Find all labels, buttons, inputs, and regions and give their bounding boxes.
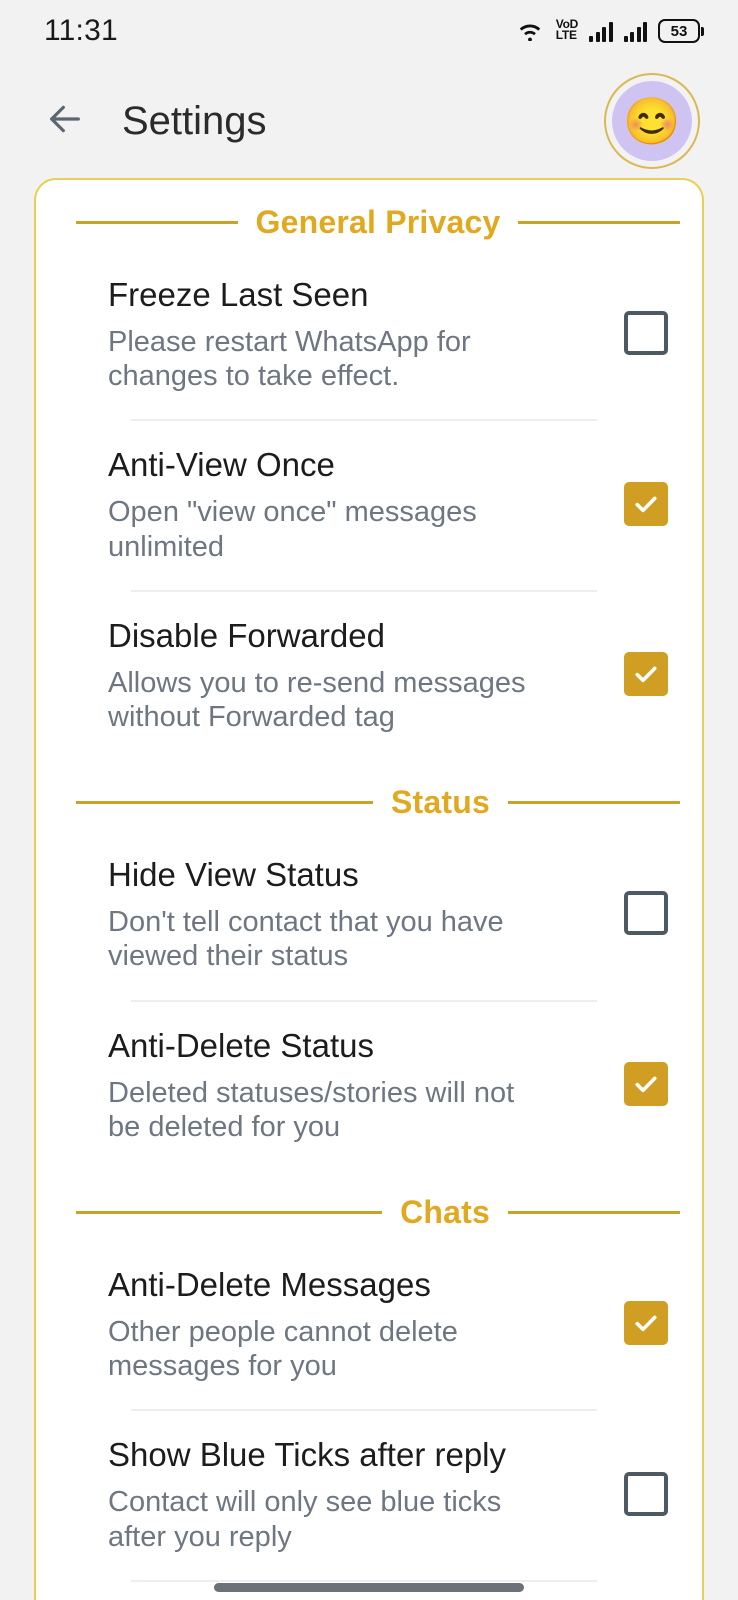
app-bar: Settings 😊 [0,62,738,180]
setting-checkbox-wrap[interactable] [590,891,702,939]
setting-checkbox-wrap[interactable] [590,651,702,700]
setting-row-texts: Freeze Last Seen Please restart WhatsApp… [108,276,590,393]
section-header-label: Chats [400,1193,490,1230]
setting-row-texts: Anti-Delete Status Deleted statuses/stor… [108,1026,590,1144]
battery-icon: 53 [658,19,704,43]
setting-row-anti-delete-messages[interactable]: Anti-Delete Messages Other people cannot… [36,1241,702,1409]
setting-title: Show Blue Ticks after reply [108,1436,506,1474]
gesture-nav-bar[interactable] [214,1583,524,1592]
settings-section-general-privacy: General Privacy [36,180,702,251]
status-bar: 11:31 VoD LTE 53 [0,0,738,62]
setting-row-disable-forwarded[interactable]: Disable Forwarded Allows you to re-send … [36,592,702,760]
section-header: Chats [36,1170,702,1241]
back-button[interactable] [34,90,96,152]
checkbox-unchecked-icon[interactable] [624,891,668,936]
avatar-emoji: 😊 [612,81,692,161]
setting-row-texts: Show Blue Ticks after reply Contact will… [108,1436,590,1553]
setting-subtitle: Allows you to re-send messages without F… [108,666,526,733]
page-title: Settings [122,98,267,143]
section-rule-left [76,221,238,224]
checkbox-checked-icon[interactable] [624,1301,668,1346]
setting-row-texts: Anti-View Once Open "view once" messages… [108,446,590,563]
section-rule-left [76,1210,383,1214]
checkbox-checked-icon[interactable] [624,1061,668,1106]
setting-title: Anti-View Once [108,446,335,484]
setting-checkbox-wrap[interactable] [590,311,702,359]
check-icon [635,496,657,512]
battery-percent-label: 53 [670,22,688,40]
checkbox-unchecked-icon[interactable] [624,1471,668,1516]
check-icon [635,1315,657,1332]
setting-subtitle: Open "view once" messages unlimited [108,496,477,563]
status-bar-indicators: VoD LTE 53 [515,17,704,46]
setting-title: Hide View Status [108,856,359,894]
setting-row-anti-delete-status[interactable]: Anti-Delete Status Deleted statuses/stor… [36,1002,702,1170]
setting-title: Anti-Delete Status [108,1026,374,1064]
signal-bars-icon-2 [623,20,647,42]
setting-subtitle: Other people cannot delete messages for … [108,1315,458,1383]
setting-title: Anti-Delete Messages [108,1265,431,1303]
setting-checkbox-wrap[interactable] [590,1301,702,1349]
setting-row-texts: Anti-Delete Messages Other people cannot… [108,1265,590,1383]
phone-screen: 11:31 VoD LTE 53 Settings 😊 General Priv… [0,0,738,1600]
settings-section-chats: Chats [36,1170,702,1241]
setting-checkbox-wrap[interactable] [590,1471,702,1520]
signal-bars-icon-1 [589,20,613,42]
section-header-label: General Privacy [255,204,501,240]
setting-row-anti-view-once[interactable]: Anti-View Once Open "view once" messages… [36,421,702,589]
setting-title: Disable Forwarded [108,616,385,654]
settings-section-status: Status [36,760,702,831]
setting-checkbox-wrap[interactable] [590,481,702,530]
status-bar-clock: 11:31 [44,14,118,47]
section-rule-right [518,221,680,224]
wifi-icon [515,17,545,46]
section-rule-left [76,801,373,805]
check-icon [635,1076,657,1092]
setting-row-freeze-last-seen[interactable]: Freeze Last Seen Please restart WhatsApp… [36,251,702,419]
checkbox-checked-icon[interactable] [624,651,668,696]
settings-card: General Privacy Freeze Last Seen Please … [34,178,704,1600]
section-rule-right [508,801,680,805]
back-arrow-icon [42,99,88,144]
setting-title: Freeze Last Seen [108,276,369,313]
setting-row-texts: Disable Forwarded Allows you to re-send … [108,616,590,734]
section-header: General Privacy [36,180,702,251]
section-header: Status [36,760,702,831]
setting-subtitle: Please restart WhatsApp for changes to t… [108,325,471,393]
checkbox-checked-icon[interactable] [624,481,668,526]
section-rule-right [508,1210,680,1214]
checkbox-unchecked-icon[interactable] [624,311,668,356]
setting-checkbox-wrap[interactable] [590,1061,702,1110]
setting-row-texts: Hide View Status Don't tell contact that… [108,856,590,973]
setting-subtitle: Contact will only see blue ticks after y… [108,1486,502,1553]
setting-row-show-blue-ticks-after-reply[interactable]: Show Blue Ticks after reply Contact will… [36,1411,702,1579]
volte-icon: VoD LTE [555,16,579,42]
check-icon [635,666,657,683]
setting-subtitle: Deleted statuses/stories will not be del… [108,1076,515,1143]
section-header-label: Status [391,784,490,821]
setting-subtitle: Don't tell contact that you have viewed … [108,906,504,973]
avatar[interactable]: 😊 [604,73,700,169]
setting-row-hide-view-status[interactable]: Hide View Status Don't tell contact that… [36,831,702,999]
